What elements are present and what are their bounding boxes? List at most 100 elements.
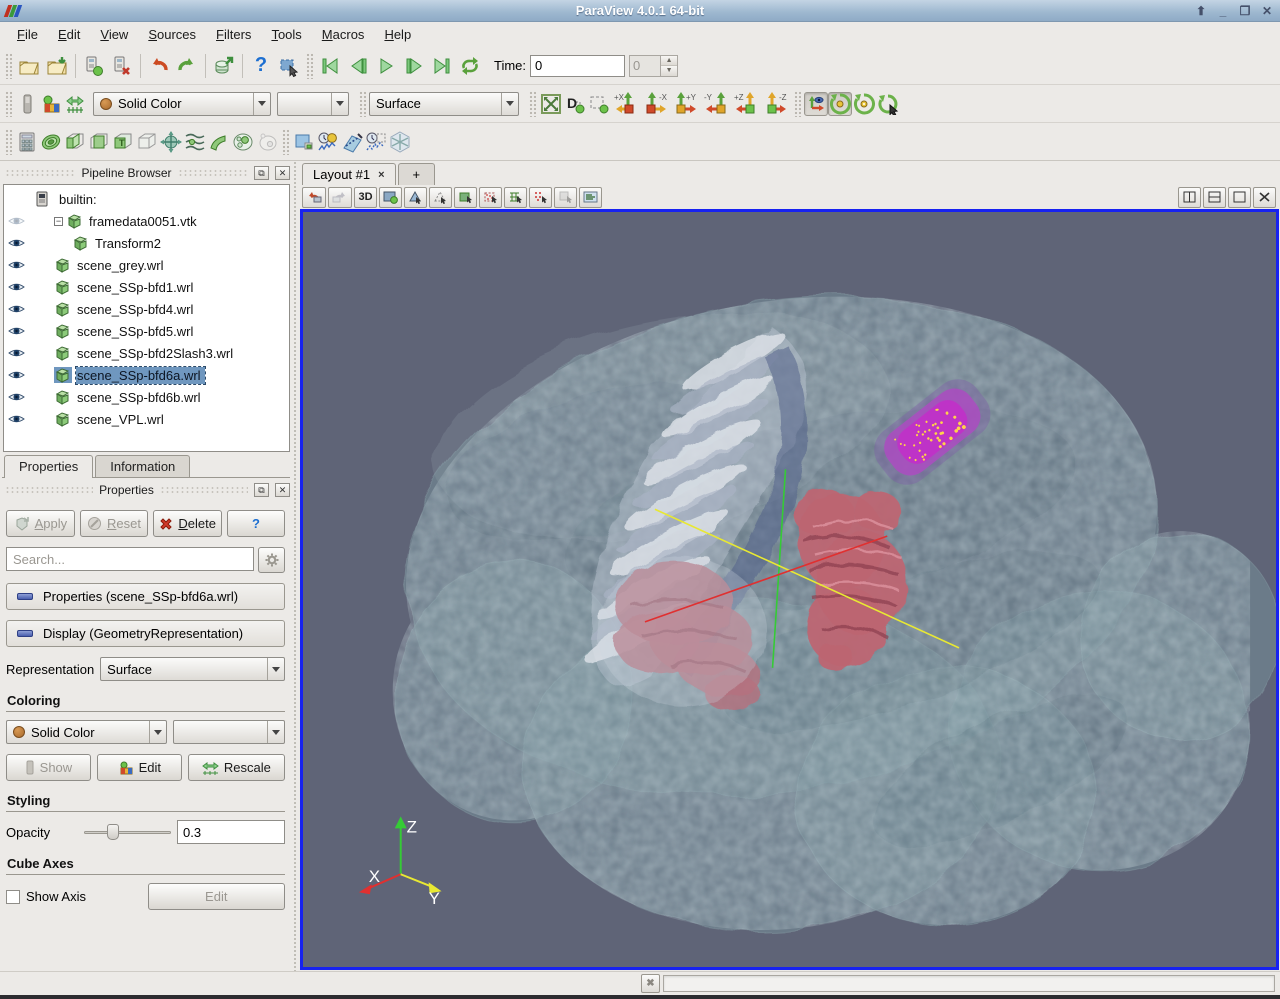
open-file-button[interactable] — [15, 52, 43, 80]
dock-float-button[interactable]: ⧉ — [254, 166, 270, 180]
visibility-toggle[interactable] — [4, 413, 28, 425]
camera-plus-y-button[interactable]: +Y — [671, 90, 701, 118]
camera-plus-x-button[interactable]: +X — [611, 90, 641, 118]
camera-minus-z-button[interactable]: -Z — [761, 90, 791, 118]
extract-block-button[interactable] — [292, 130, 316, 154]
plot-selection-over-time-button[interactable] — [316, 130, 340, 154]
selection-inspector-button[interactable] — [275, 52, 303, 80]
close-view-button[interactable] — [1253, 186, 1276, 208]
warp-button[interactable] — [207, 130, 231, 154]
pipeline-item[interactable]: builtin: — [4, 188, 289, 210]
coloring-combobox[interactable]: Solid Color — [6, 720, 168, 744]
visibility-toggle[interactable] — [4, 347, 28, 359]
color-by-combobox[interactable]: Solid Color — [93, 91, 271, 116]
dock-float-button[interactable]: ⧉ — [254, 483, 270, 497]
temporal-interpolator-button[interactable] — [388, 130, 412, 154]
time-input[interactable] — [530, 54, 626, 77]
select-cells-on-button[interactable] — [404, 186, 427, 208]
camera-minus-x-button[interactable]: -X — [641, 90, 671, 118]
zoom-to-selection-button[interactable] — [587, 92, 611, 116]
pipeline-item[interactable]: scene_SSp-bfd6b.wrl — [4, 386, 289, 408]
coloring-array-combobox[interactable] — [173, 720, 285, 744]
load-state-button[interactable] — [210, 52, 238, 80]
toolbar-handle[interactable] — [5, 52, 12, 79]
opacity-input[interactable] — [177, 820, 285, 844]
tree-expander-icon[interactable]: − — [54, 216, 63, 226]
disconnect-server-button[interactable] — [108, 52, 136, 80]
zoom-to-data-button[interactable]: D — [563, 92, 587, 116]
split-horizontal-button[interactable] — [1178, 186, 1201, 208]
pipeline-item[interactable]: scene_SSp-bfd4.wrl — [4, 298, 289, 320]
undo-button[interactable] — [145, 52, 173, 80]
toolbar-handle[interactable] — [794, 90, 801, 117]
abort-progress-button[interactable]: ✖ — [641, 974, 660, 993]
show-axis-checkbox[interactable]: Show Axis — [6, 889, 142, 904]
menu-macros[interactable]: Macros — [313, 24, 374, 45]
rescale-to-data-range-button[interactable] — [63, 92, 87, 116]
last-frame-button[interactable] — [428, 52, 456, 80]
minimize-button[interactable]: _ — [1216, 4, 1230, 18]
menu-sources[interactable]: Sources — [139, 24, 205, 45]
pipeline-item[interactable]: Transform2 — [4, 232, 289, 254]
interactive-select-cells-button[interactable] — [504, 186, 527, 208]
select-cells-through-button[interactable] — [454, 186, 477, 208]
toolbar-handle[interactable] — [5, 90, 12, 117]
save-data-button[interactable] — [43, 52, 71, 80]
render-view-3d[interactable]: Z X Y — [300, 209, 1279, 970]
next-frame-button[interactable] — [400, 52, 428, 80]
menu-filters[interactable]: Filters — [207, 24, 260, 45]
menu-edit[interactable]: Edit — [49, 24, 89, 45]
clip-button[interactable] — [63, 130, 87, 154]
glyph-button[interactable] — [159, 130, 183, 154]
first-frame-button[interactable] — [316, 52, 344, 80]
restore-button[interactable]: ❐ — [1238, 4, 1252, 18]
delete-button[interactable]: Delete — [153, 510, 223, 537]
visibility-toggle[interactable] — [4, 281, 28, 293]
menu-file[interactable]: File — [8, 24, 47, 45]
menu-tools[interactable]: Tools — [262, 24, 310, 45]
reset-center-button[interactable] — [876, 92, 900, 116]
opacity-slider[interactable] — [84, 822, 171, 842]
toolbar-handle[interactable] — [529, 90, 536, 117]
toggle-color-legend-button[interactable] — [15, 92, 39, 116]
maximize-view-button[interactable] — [1228, 186, 1251, 208]
show-center-button[interactable] — [828, 91, 852, 116]
group-datasets-button[interactable] — [231, 130, 255, 154]
calculator-button[interactable] — [15, 130, 39, 154]
properties-section-header[interactable]: Properties (scene_SSp-bfd6a.wrl) — [6, 583, 285, 610]
spin-down-icon[interactable]: ▼ — [661, 65, 678, 76]
camera-plus-z-button[interactable]: +Z — [731, 90, 761, 118]
visibility-toggle[interactable] — [4, 369, 28, 381]
edit-color-map-button[interactable]: Edit — [96, 754, 182, 781]
shade-button[interactable]: ⬆ — [1194, 4, 1208, 18]
toolbar-handle[interactable] — [306, 52, 313, 79]
search-options-button[interactable] — [258, 547, 285, 573]
redo-button[interactable] — [173, 52, 201, 80]
representation-select[interactable]: Surface — [100, 657, 285, 681]
show-color-legend-button[interactable]: Show — [6, 754, 91, 781]
color-array-combobox[interactable] — [277, 91, 349, 116]
toolbar-handle[interactable] — [282, 128, 289, 155]
pipeline-item[interactable]: scene_SSp-bfd1.wrl — [4, 276, 289, 298]
pipeline-item[interactable]: − framedata0051.vtk — [4, 210, 289, 232]
cube-axes-edit-button[interactable]: Edit — [147, 883, 285, 910]
pipeline-item[interactable]: scene_VPL.wrl — [4, 408, 289, 430]
dock-close-button[interactable]: ✕ — [275, 166, 291, 180]
new-layout-tab-button[interactable]: + — [397, 163, 436, 185]
split-vertical-button[interactable] — [1203, 186, 1226, 208]
panel-help-button[interactable]: ? — [227, 510, 286, 537]
close-button[interactable]: ✕ — [1260, 4, 1274, 18]
visibility-toggle[interactable] — [4, 237, 28, 249]
visibility-toggle[interactable] — [4, 325, 28, 337]
display-section-header[interactable]: Display (GeometryRepresentation) — [6, 620, 285, 647]
hover-points-button[interactable] — [554, 186, 577, 208]
dock-close-button[interactable]: ✕ — [275, 483, 291, 497]
toolbar-handle[interactable] — [359, 90, 366, 117]
representation-combobox[interactable]: Surface — [369, 91, 519, 116]
play-button[interactable] — [372, 52, 400, 80]
layout-tab[interactable]: Layout #1 × — [302, 163, 396, 185]
checkbox-icon[interactable] — [6, 889, 20, 904]
connect-server-button[interactable] — [80, 52, 108, 80]
capture-screenshot-button[interactable] — [379, 186, 402, 208]
visibility-toggle[interactable] — [4, 259, 28, 271]
